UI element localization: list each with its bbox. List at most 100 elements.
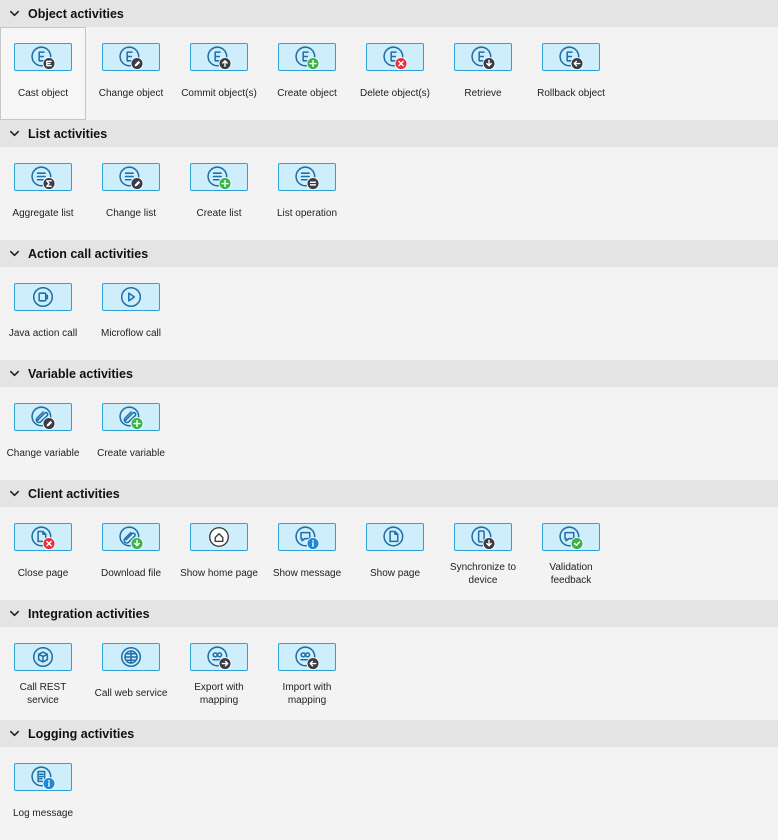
entity-retrieve-icon [471,46,496,70]
toolbox-item[interactable]: Create object [264,27,350,120]
activity-tile[interactable] [14,643,72,671]
toolbox-item[interactable]: Delete object(s) [352,27,438,120]
section-header[interactable]: Logging activities [0,720,778,747]
activity-tile[interactable] [14,403,72,431]
activity-label: Call REST service [19,681,67,706]
activity-label: Java action call [8,328,78,339]
activity-tile[interactable] [14,523,72,551]
section-items: Cast object Change object Commit object(s)… [0,27,778,120]
toolbox-item[interactable]: Create variable [88,387,174,480]
toolbox-item[interactable]: Export with mapping [176,627,262,720]
activity-label: Show home page [180,568,258,579]
toolbox-item[interactable]: Microflow call [88,267,174,360]
activity-tile[interactable] [14,43,72,71]
activity-tile[interactable] [190,523,248,551]
activity-tile[interactable] [454,523,512,551]
toolbox-item[interactable]: Aggregate list [0,147,86,240]
download-file-icon [119,526,144,550]
java-action-icon [32,286,54,308]
toolbox-item[interactable]: Close page [0,507,86,600]
activity-tile[interactable] [278,523,336,551]
chevron-down-icon[interactable] [0,8,28,19]
activity-tile[interactable] [102,523,160,551]
toolbox-item[interactable]: Java action call [0,267,86,360]
toolbox-item[interactable]: Change list [88,147,174,240]
activity-tile[interactable] [278,43,336,71]
sync-device-icon [471,526,496,550]
chevron-down-icon[interactable] [0,248,28,259]
toolbox-item[interactable]: Import with mapping [264,627,350,720]
activity-tile[interactable] [102,283,160,311]
show-message-icon [295,526,320,550]
activity-tile[interactable] [102,403,160,431]
toolbox-item[interactable]: Download file [88,507,174,600]
activity-tile[interactable] [102,163,160,191]
toolbox-item[interactable]: Retrieve [440,27,526,120]
toolbox-item[interactable]: Show message [264,507,350,600]
activity-label: Show message [272,568,342,579]
chevron-down-icon[interactable] [0,368,28,379]
chevron-down-icon[interactable] [0,728,28,739]
chevron-down-icon[interactable] [0,608,28,619]
chevron-down-icon[interactable] [0,128,28,139]
activity-tile[interactable] [542,523,600,551]
activity-label: Close page [17,568,69,579]
section-header[interactable]: List activities [0,120,778,147]
activity-tile[interactable] [366,43,424,71]
activity-tile[interactable] [14,763,72,791]
activity-label: Commit object(s) [181,88,257,99]
activity-label: Retrieve [464,88,502,99]
section-header[interactable]: Action call activities [0,240,778,267]
activity-label: Delete object(s) [359,88,431,99]
section-items: Call REST service Call web service Export … [0,627,778,720]
toolbox-item[interactable]: Show page [352,507,438,600]
toolbox-item[interactable]: Rollback object [528,27,614,120]
activity-tile[interactable] [278,163,336,191]
activity-label: Create list [196,208,242,219]
show-page-icon [383,526,404,547]
activity-tile[interactable] [14,283,72,311]
entity-commit-icon [207,46,232,70]
section-header[interactable]: Variable activities [0,360,778,387]
activity-tile[interactable] [278,643,336,671]
toolbox-item[interactable]: List operation [264,147,350,240]
toolbox-item[interactable]: Create list [176,147,262,240]
chevron-down-icon[interactable] [0,488,28,499]
rest-service-icon [32,646,54,668]
activity-tile[interactable] [454,43,512,71]
activity-tile[interactable] [542,43,600,71]
toolbox-item[interactable]: Synchronize to device [440,507,526,600]
variable-change-icon [31,406,56,430]
section-title: Object activities [28,6,124,21]
log-message-icon [31,766,56,790]
activity-label: Synchronize to device [449,561,517,586]
toolbox-item[interactable]: Cast object [0,27,86,120]
section-header[interactable]: Client activities [0,480,778,507]
activity-tile[interactable] [190,163,248,191]
toolbox-item[interactable]: Call REST service [0,627,86,720]
microflow-call-icon [120,286,142,308]
entity-cast-icon [31,46,56,70]
section-header[interactable]: Object activities [0,0,778,27]
activity-label: Rollback object [537,88,605,99]
activity-tile[interactable] [102,643,160,671]
entity-delete-icon [383,46,408,70]
toolbox-item[interactable]: Log message [0,747,86,840]
toolbox-item[interactable]: Change object [88,27,174,120]
section-items: Java action call Microflow call [0,267,778,360]
section-items: Log message [0,747,778,840]
activity-tile[interactable] [14,163,72,191]
section-header[interactable]: Integration activities [0,600,778,627]
activity-tile[interactable] [102,43,160,71]
toolbox-item[interactable]: Call web service [88,627,174,720]
entity-rollback-icon [559,46,584,70]
activity-tile[interactable] [366,523,424,551]
activity-tile[interactable] [190,643,248,671]
toolbox-item[interactable]: Validation feedback [528,507,614,600]
activity-tile[interactable] [190,43,248,71]
toolbox-item[interactable]: Change variable [0,387,86,480]
activity-label: Change object [98,88,164,99]
toolbox-item[interactable]: Show home page [176,507,262,600]
toolbox-item[interactable]: Commit object(s) [176,27,262,120]
activity-label: List operation [276,208,338,219]
